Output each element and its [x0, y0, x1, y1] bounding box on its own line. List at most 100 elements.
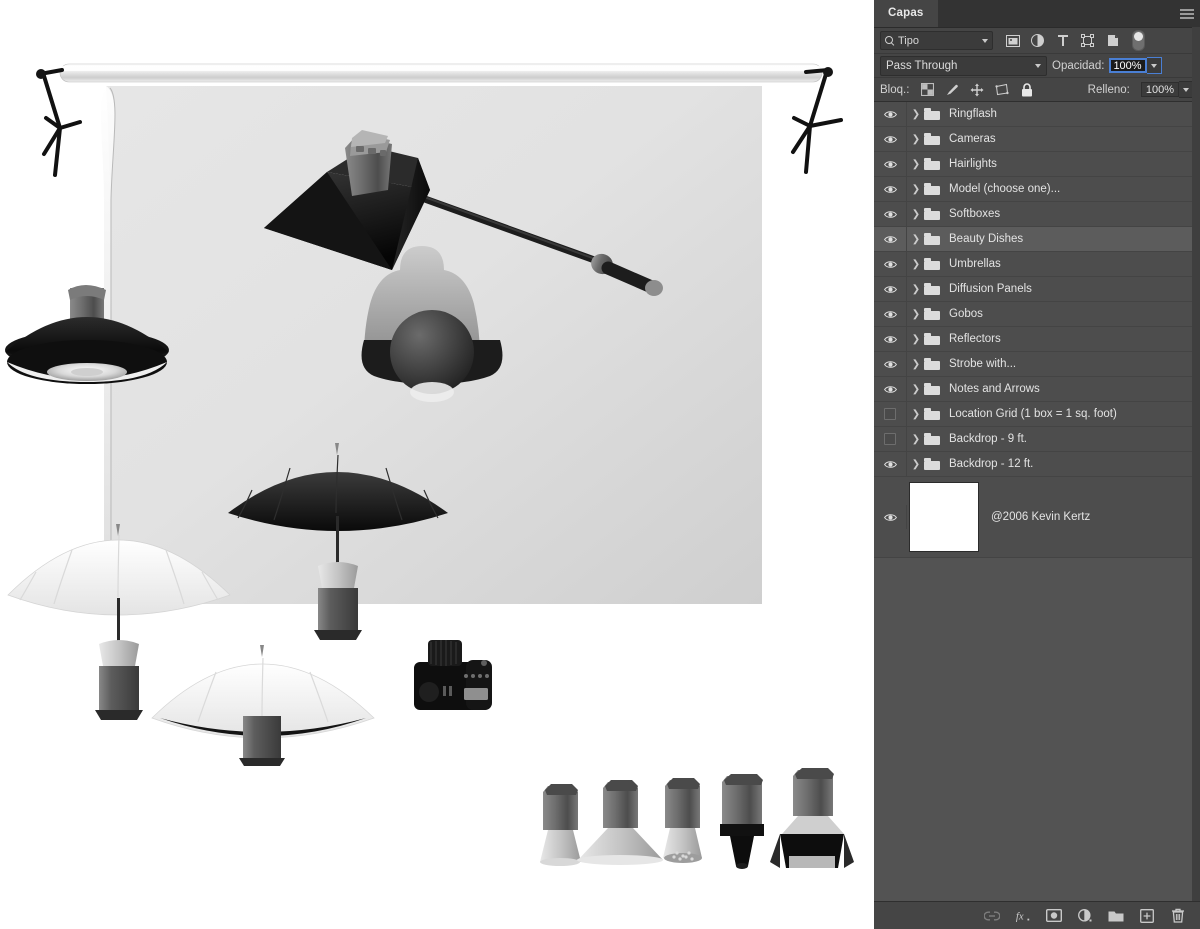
layer-name: Diffusion Panels: [949, 283, 1032, 295]
opacity-stepper[interactable]: [1147, 57, 1163, 74]
layer-visibility-toggle[interactable]: [874, 152, 907, 176]
chevron-right-icon[interactable]: ❯: [910, 109, 922, 120]
hamburger-menu-icon[interactable]: [1180, 9, 1194, 19]
type-layer-filter-icon[interactable]: [1055, 33, 1070, 48]
eye-icon: [883, 335, 897, 344]
lock-artboard-nesting-icon[interactable]: [995, 83, 1010, 97]
eye-icon: [883, 185, 897, 194]
folder-icon: [924, 158, 940, 170]
layer-visibility-toggle[interactable]: [874, 227, 907, 251]
folder-icon: [924, 283, 940, 295]
folder-icon: [924, 233, 940, 245]
chevron-right-icon[interactable]: ❯: [910, 209, 922, 220]
layer-thumbnail[interactable]: [909, 482, 979, 552]
layer-visibility-toggle[interactable]: [874, 177, 907, 201]
lock-row: Bloq.: Relleno: 100%: [874, 78, 1200, 102]
layer-visibility-toggle[interactable]: [874, 377, 907, 401]
tab-capas[interactable]: Capas: [874, 0, 938, 27]
shape-layer-filter-icon[interactable]: [1080, 33, 1095, 48]
chevron-right-icon[interactable]: ❯: [910, 384, 922, 395]
chevron-right-icon[interactable]: ❯: [910, 459, 922, 470]
folder-icon: [924, 308, 940, 320]
chevron-right-icon[interactable]: ❯: [910, 334, 922, 345]
new-layer-button[interactable]: [1139, 908, 1155, 924]
folder-icon: [924, 433, 940, 445]
layer-row[interactable]: ❯ Gobos: [874, 302, 1200, 327]
chevron-right-icon[interactable]: ❯: [910, 309, 922, 320]
layer-visibility-toggle[interactable]: [874, 505, 907, 529]
layer-visibility-toggle[interactable]: [874, 452, 907, 476]
chevron-right-icon[interactable]: ❯: [910, 259, 922, 270]
opacity-input[interactable]: 100%: [1109, 58, 1148, 73]
layer-row-copyright[interactable]: @2006 Kevin Kertz: [874, 477, 1200, 558]
layer-row[interactable]: ❯ Model (choose one)...: [874, 177, 1200, 202]
layer-filter-toolbar: Tipo: [874, 28, 1200, 54]
layer-row[interactable]: ❯ Umbrellas: [874, 252, 1200, 277]
layer-visibility-toggle[interactable]: [874, 327, 907, 351]
layer-visibility-toggle[interactable]: [874, 252, 907, 276]
layer-row[interactable]: ❯ Ringflash: [874, 102, 1200, 127]
delete-layer-button[interactable]: [1170, 908, 1186, 924]
document-canvas[interactable]: [0, 0, 874, 929]
add-layer-style-button[interactable]: fx: [1015, 908, 1031, 924]
link-layers-button[interactable]: [984, 908, 1000, 924]
layer-visibility-toggle[interactable]: [874, 102, 907, 126]
layer-row[interactable]: ❯ Strobe with...: [874, 352, 1200, 377]
fill-input[interactable]: 100%: [1140, 82, 1179, 97]
layer-visibility-toggle[interactable]: [874, 352, 907, 376]
filter-enable-toggle[interactable]: [1132, 30, 1145, 51]
eye-icon: [883, 385, 897, 394]
adjustment-layer-filter-icon[interactable]: [1030, 33, 1045, 48]
chevron-right-icon[interactable]: ❯: [910, 234, 922, 245]
layer-row[interactable]: ❯ Backdrop - 9 ft.: [874, 427, 1200, 452]
layer-name: Notes and Arrows: [949, 383, 1040, 395]
layer-row[interactable]: ❯ Notes and Arrows: [874, 377, 1200, 402]
left-stand-knob: [36, 69, 46, 79]
layer-row[interactable]: ❯ Reflectors: [874, 327, 1200, 352]
chevron-right-icon[interactable]: ❯: [910, 409, 922, 420]
layer-row[interactable]: ❯ Softboxes: [874, 202, 1200, 227]
lock-position-icon[interactable]: [970, 83, 984, 97]
layer-row[interactable]: ❯ Cameras: [874, 127, 1200, 152]
smart-object-filter-icon[interactable]: [1105, 33, 1120, 48]
eye-icon: [883, 310, 897, 319]
layer-row[interactable]: ❯ Backdrop - 12 ft.: [874, 452, 1200, 477]
eye-off-icon: [884, 433, 896, 445]
layer-visibility-toggle[interactable]: [874, 302, 907, 326]
layer-list[interactable]: ❯ Ringflash ❯ Cameras ❯ Hairlights ❯ Model (cho…: [874, 102, 1200, 477]
pixel-layer-filter-icon[interactable]: [1005, 33, 1020, 48]
layer-row[interactable]: ❯ Location Grid (1 box = 1 sq. foot): [874, 402, 1200, 427]
layer-visibility-toggle[interactable]: [874, 202, 907, 226]
layer-name: Gobos: [949, 308, 983, 320]
layer-row[interactable]: ❯ Hairlights: [874, 152, 1200, 177]
layer-visibility-toggle[interactable]: [874, 427, 907, 451]
layer-name: Softboxes: [949, 208, 1001, 220]
layer-visibility-toggle[interactable]: [874, 402, 907, 426]
filter-type-select[interactable]: Tipo: [880, 31, 993, 50]
chevron-right-icon[interactable]: ❯: [910, 359, 922, 370]
chevron-right-icon[interactable]: ❯: [910, 159, 922, 170]
chevron-right-icon[interactable]: ❯: [910, 184, 922, 195]
chevron-right-icon[interactable]: ❯: [910, 434, 922, 445]
chevron-right-icon[interactable]: ❯: [910, 134, 922, 145]
layer-name-copyright: @2006 Kevin Kertz: [991, 511, 1091, 523]
folder-icon: [924, 383, 940, 395]
new-adjustment-layer-button[interactable]: [1077, 908, 1093, 924]
lock-image-pixels-icon[interactable]: [945, 83, 959, 97]
folder-icon: [924, 458, 940, 470]
lock-all-icon[interactable]: [1020, 82, 1034, 97]
layer-visibility-toggle[interactable]: [874, 277, 907, 301]
folder-icon: [924, 108, 940, 120]
add-layer-mask-button[interactable]: [1046, 908, 1062, 924]
chevron-right-icon[interactable]: ❯: [910, 284, 922, 295]
panel-scrollbar[interactable]: [1192, 27, 1200, 901]
folder-icon: [924, 258, 940, 270]
blend-mode-select[interactable]: Pass Through: [880, 55, 1047, 76]
chevron-down-icon: [1035, 63, 1041, 68]
layer-row[interactable]: ❯ Diffusion Panels: [874, 277, 1200, 302]
new-group-button[interactable]: [1108, 908, 1124, 924]
layer-row[interactable]: ❯ Beauty Dishes: [874, 227, 1200, 252]
layer-name: Model (choose one)...: [949, 183, 1061, 195]
layer-visibility-toggle[interactable]: [874, 127, 907, 151]
lock-transparent-pixels-icon[interactable]: [920, 83, 934, 97]
